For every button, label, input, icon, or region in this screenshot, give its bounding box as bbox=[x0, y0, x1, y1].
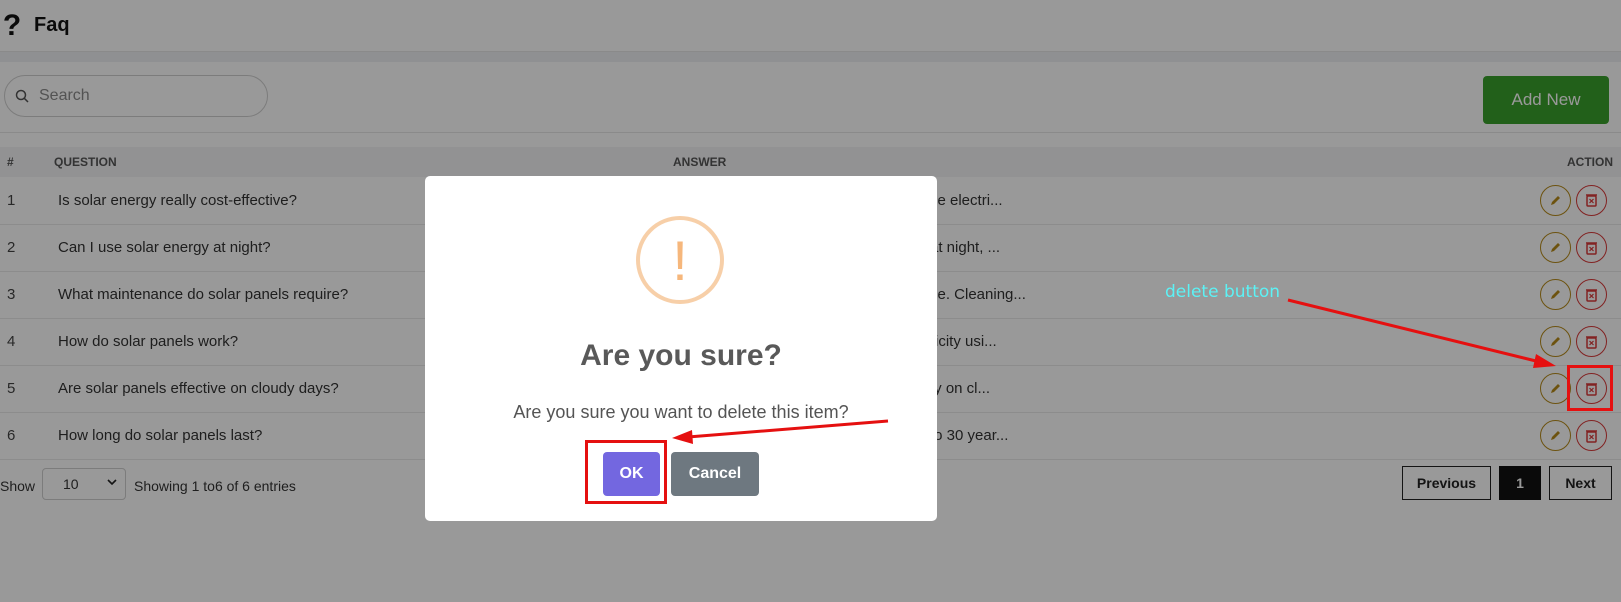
arrow-to-ok bbox=[687, 419, 889, 439]
arrow-to-delete-head bbox=[1533, 354, 1556, 368]
annotation-arrows bbox=[672, 298, 1556, 444]
arrow-to-ok-head bbox=[672, 430, 693, 444]
arrow-to-delete bbox=[1287, 298, 1541, 364]
